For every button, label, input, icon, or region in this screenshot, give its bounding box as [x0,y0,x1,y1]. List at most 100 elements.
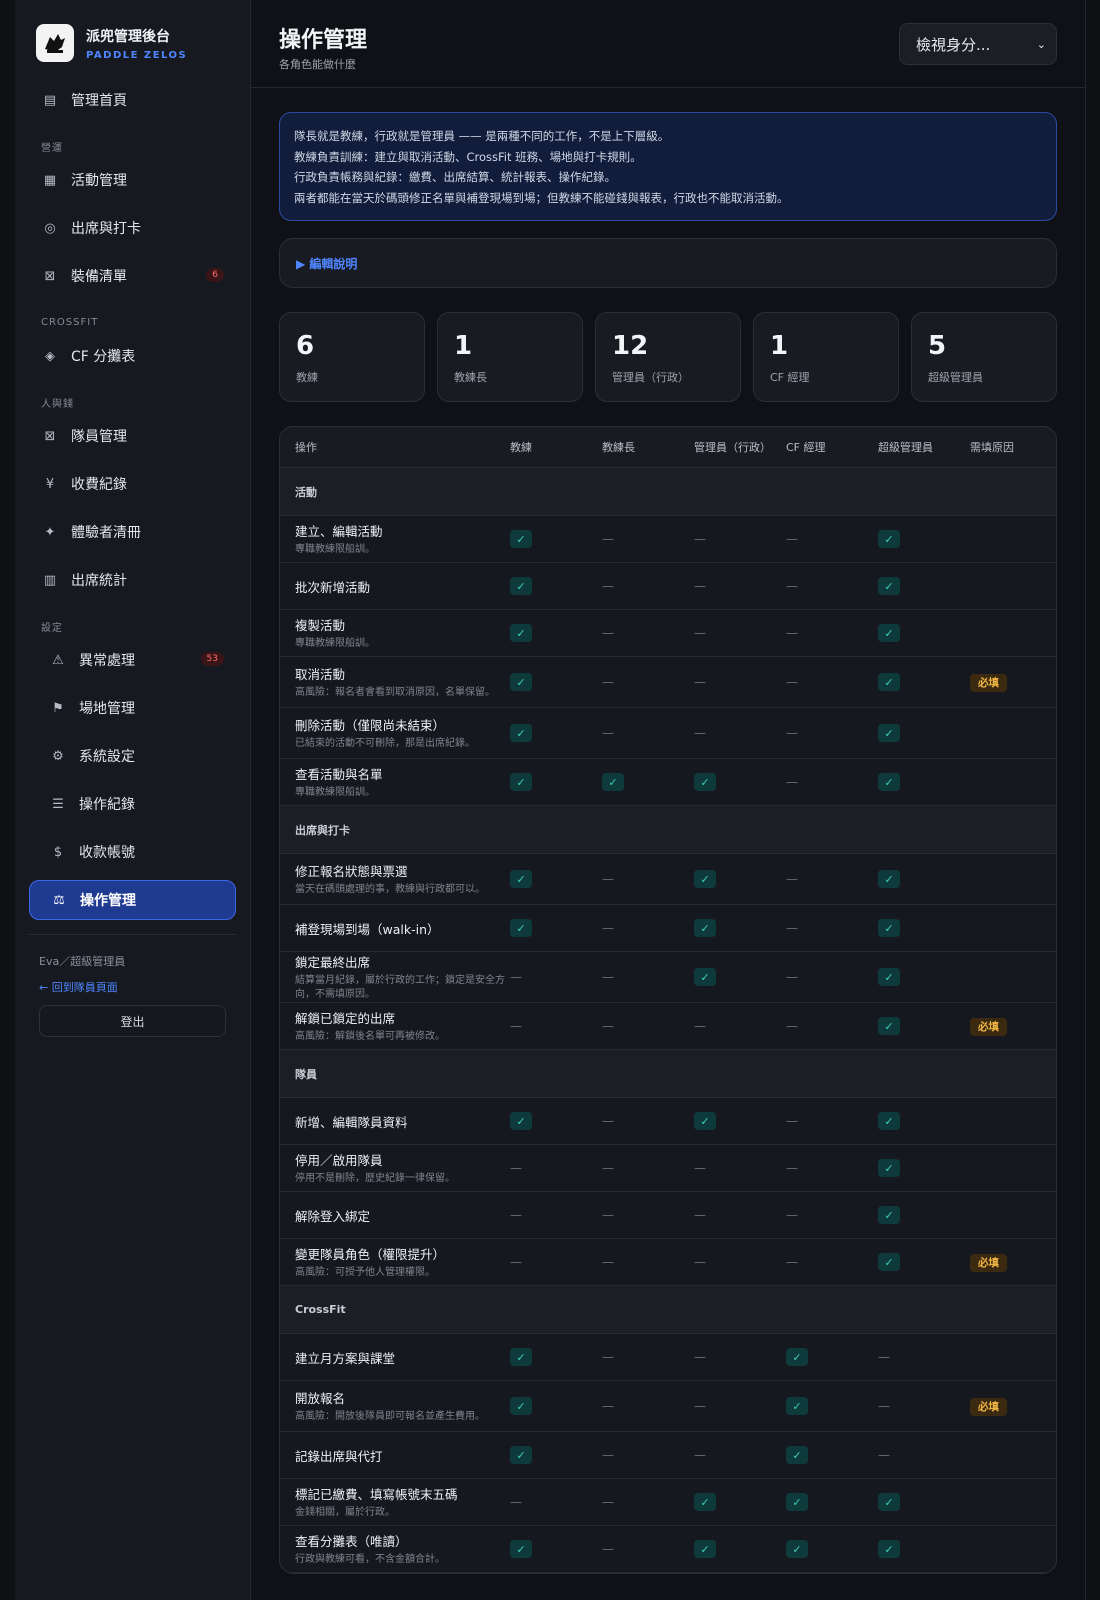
sidebar-item-cf-rank[interactable]: ◈ CF 分攤表 [29,336,236,376]
action-note: 高風險：解鎖後名單可再被修改。 [295,1031,445,1042]
dash-icon: — [602,1114,614,1128]
dash-icon: — [694,532,706,546]
sidebar-item-trials[interactable]: ✦ 體驗者清冊 [29,512,236,552]
grid-icon: ▦ [43,172,57,188]
check-icon: ✓ [510,624,532,642]
stat-card-admin: 12 管理員（行政） [595,312,741,402]
sidebar-item-attendance[interactable]: ◎ 出席與打卡 [29,208,236,248]
stat-label: 教練 [296,371,318,384]
dash-icon: — [786,675,798,689]
table-row: 修正報名狀態與票選 當天在碼頭處理的事，教練與行政都可以。 ✓ — ✓ — ✓ [280,854,1056,905]
dash-icon: — [694,1399,706,1413]
action-name: 查看活動與名單 [295,767,383,782]
sidebar-item-venues[interactable]: ⚑ 場地管理 [29,688,236,728]
permission-cell: — [878,1350,970,1364]
permission-cell: — [602,1399,694,1413]
sidebar-item-stats[interactable]: ▥ 出席統計 [29,560,236,600]
check-icon: ✓ [694,1540,716,1558]
table-row: 新增、編輯隊員資料 ✓ — ✓ — ✓ [280,1098,1056,1145]
action-cell: 記錄出席與代打 [280,1440,510,1471]
permission-cell: ✓ [878,773,970,791]
sidebar-item-activities[interactable]: ▦ 活動管理 [29,160,236,200]
action-cell: 補登現場到場（walk-in） [280,913,510,944]
action-name: 刪除活動（僅限尚未結束） [295,718,446,733]
action-cell: 停用／啟用隊員 停用不是刪除，歷史紀錄一律保留。 [280,1144,510,1192]
table-row: 取消活動 高風險：報名者會看到取消原因，名單保留。 ✓ — — — ✓ 必填 [280,657,1056,708]
dash-icon: — [786,579,798,593]
brand-subtitle: PADDLE ZELOS [86,49,188,61]
sidebar-item-permissions[interactable]: ⚖ 操作管理 [29,880,236,920]
brand[interactable]: 派兜管理後台 PADDLE ZELOS [15,0,250,62]
section-header: CrossFit [280,1286,1056,1334]
permission-cell: ✓ [878,968,970,986]
permission-cell: — [694,1208,786,1222]
sidebar-item-members[interactable]: ⊠ 隊員管理 [29,416,236,456]
dash-icon: — [694,579,706,593]
stat-card-cf-manager: 1 CF 經理 [753,312,899,402]
dash-icon: — [602,1255,614,1269]
permission-cell: ✓ [878,577,970,595]
check-icon: ✓ [510,1397,532,1415]
sidebar-item-home[interactable]: ▤ 管理首頁 [29,80,236,120]
dash-icon: — [694,726,706,740]
action-name: 開放報名 [295,1391,346,1406]
gear-icon: ⚙ [52,748,64,764]
info-line: 兩者都能在當天於碼頭修正名單與補登現場到場；但教練不能碰錢與報表，行政也不能取消… [294,190,789,205]
permission-cell: — [510,1208,602,1222]
permission-cell: — [786,1019,878,1033]
sparkle-icon: ✦ [44,524,56,540]
sidebar-item-payments[interactable]: ¥ 收費紀錄 [29,464,236,504]
back-to-member-link[interactable]: ← 回到隊員頁面 [15,979,250,995]
dash-icon: — [786,1161,798,1175]
dash-icon: — [878,1448,890,1462]
check-icon: ✓ [878,1159,900,1177]
permission-cell: — [602,1208,694,1222]
action-cell: 標記已繳費、填寫帳號末五碼 金錢相關，屬於行政。 [280,1478,510,1526]
sidebar-item-exceptions[interactable]: ⚠ 異常處理 53 [29,640,236,680]
sidebar-item-logs[interactable]: ☰ 操作紀錄 [29,784,236,824]
permission-cell: ✓ [878,673,970,691]
box-icon: ⊠ [44,268,56,284]
dash-icon: — [602,726,614,740]
sidebar-item-system[interactable]: ⚙ 系統設定 [29,736,236,776]
check-icon: ✓ [878,724,900,742]
column-header: 教練長 [602,441,635,454]
view-as-role-select[interactable]: 檢視身分... ⌄ [899,23,1057,65]
dash-icon: — [602,1542,614,1556]
dash-icon: — [786,970,798,984]
sidebar-item-equipment[interactable]: ⊠ 裝備清單 6 [29,256,236,296]
page-subtitle: 各角色能做什麼 [279,58,356,71]
permission-cell: ✓ [510,870,602,888]
permission-cell: — [786,1255,878,1269]
permission-cell: ✓ [878,1017,970,1035]
sidebar-divider [29,934,236,935]
permission-cell: ✓ [786,1397,878,1415]
dash-icon: — [602,872,614,886]
check-icon: ✓ [510,1348,532,1366]
permission-cell: — [602,532,694,546]
permission-cell: ✓ [510,577,602,595]
permission-cell: ✓ [694,870,786,888]
dash-icon: — [786,1208,798,1222]
edit-explanation-toggle[interactable]: ▶ 編輯說明 [279,238,1057,288]
table-row: 查看分攤表（唯讀） 行政與教練可看，不含金額合計。 ✓ — ✓ ✓ ✓ [280,1526,1056,1573]
action-note: 當天在碼頭處理的事，教練與行政都可以。 [295,884,485,895]
nav-group-settings: 設定 [41,622,63,634]
dragon-logo-icon [45,34,65,53]
permission-cell: ✓ [878,1493,970,1511]
select-value: 檢視身分... [916,35,991,54]
action-name: 補登現場到場（walk-in） [295,921,440,937]
logout-button[interactable]: 登出 [39,1005,226,1037]
sidebar-item-accounts[interactable]: $ 收款帳號 [29,832,236,872]
dash-icon: — [602,579,614,593]
dash-icon: — [786,775,798,789]
stat-label: 超級管理員 [928,371,983,384]
action-name: 記錄出席與代打 [295,1448,383,1464]
brand-title: 派兜管理後台 [86,28,170,45]
sidebar-item-label: 隊員管理 [71,429,127,445]
stat-value: 1 [454,331,473,361]
action-name: 變更隊員角色（權限提升） [295,1247,446,1262]
permission-cell: — [694,1255,786,1269]
check-icon: ✓ [510,724,532,742]
action-cell: 取消活動 高風險：報名者會看到取消原因，名單保留。 [280,658,510,706]
